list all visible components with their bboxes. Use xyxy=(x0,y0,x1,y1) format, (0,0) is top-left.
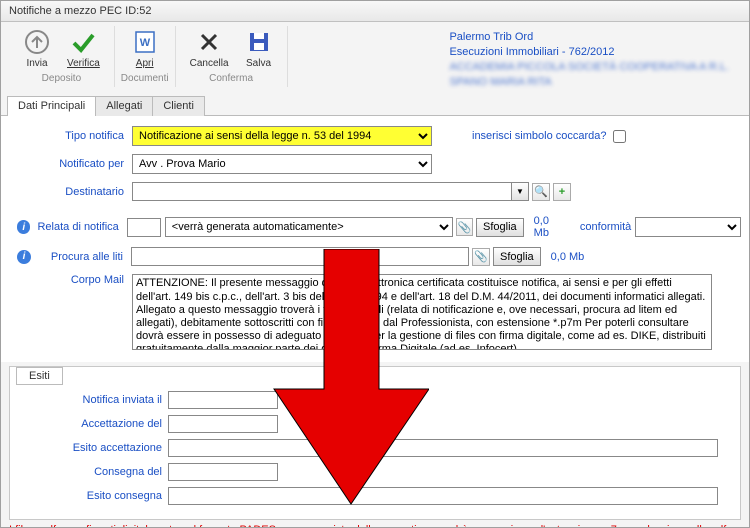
add-dest-btn[interactable]: + xyxy=(553,183,571,201)
relata-file-field[interactable] xyxy=(127,218,161,237)
search-dest-btn[interactable]: 🔍 xyxy=(532,183,550,201)
word-doc-icon: W xyxy=(131,28,159,56)
case-line1: Palermo Trib Ord xyxy=(449,30,729,45)
case-line2: Esecuzioni Immobiliari - 762/2012 xyxy=(449,45,729,60)
esito-accettazione-label: Esito accettazione xyxy=(18,442,168,454)
relata-attach-btn[interactable]: 📎 xyxy=(456,218,473,236)
procura-sfoglia-btn[interactable]: Sfoglia xyxy=(493,247,541,266)
relata-size: 0,0 Mb xyxy=(534,215,566,239)
procura-size: 0,0 Mb xyxy=(551,251,585,263)
window-title: Notifiche a mezzo PEC ID:52 xyxy=(1,1,749,22)
notificato-per-select[interactable]: Avv . Prova Mario xyxy=(132,154,432,174)
info-icon: i xyxy=(17,250,31,264)
relata-sfoglia-btn[interactable]: Sfoglia xyxy=(476,218,524,237)
apri-button[interactable]: W Apri xyxy=(123,26,167,71)
group-documenti-label: Documenti xyxy=(121,73,169,84)
conformita-select[interactable] xyxy=(635,217,741,237)
group-deposito-label: Deposito xyxy=(42,73,81,84)
relata-label: Relata di notifica xyxy=(34,221,126,233)
salva-button[interactable]: Salva xyxy=(237,26,281,71)
attach-icon: 📎 xyxy=(474,250,488,263)
procura-label: Procura alle liti xyxy=(35,251,131,263)
magnifier-icon: 🔍 xyxy=(534,185,548,198)
accettazione-del-label: Accettazione del xyxy=(18,418,168,430)
info-icon: i xyxy=(17,220,30,234)
check-icon xyxy=(69,28,97,56)
consegna-del-label: Consegna del xyxy=(18,466,168,478)
footer-warning: I files .pdf sono firmati digitalmente n… xyxy=(1,520,749,528)
main-tabs: Dati Principali Allegati Clienti xyxy=(1,95,749,116)
esito-accettazione-input[interactable] xyxy=(168,439,718,457)
consegna-del-input[interactable] xyxy=(168,463,278,481)
esito-consegna-label: Esito consegna xyxy=(18,490,168,502)
send-icon xyxy=(23,28,51,56)
group-conferma-label: Conferma xyxy=(209,73,253,84)
inserisci-simbolo-label: inserisci simbolo coccarda? xyxy=(472,127,629,146)
esito-consegna-input[interactable] xyxy=(168,487,718,505)
conformita-label: conformità xyxy=(580,221,631,233)
plus-icon: + xyxy=(559,186,565,198)
esiti-panel: Esiti Notifica inviata il Accettazione d… xyxy=(9,366,741,520)
invia-button[interactable]: Invia xyxy=(15,26,59,71)
destinatario-input[interactable] xyxy=(132,182,512,201)
destinatario-dropdown-btn[interactable]: ▼ xyxy=(512,182,529,201)
coccarda-checkbox[interactable] xyxy=(613,130,626,143)
delete-icon xyxy=(195,28,223,56)
notifica-inviata-input[interactable] xyxy=(168,391,278,409)
corpo-mail-textarea[interactable]: ATTENZIONE: Il presente messaggio di pos… xyxy=(132,274,712,350)
cancella-button[interactable]: Cancella xyxy=(182,26,237,71)
tab-esiti[interactable]: Esiti xyxy=(16,367,63,385)
case-line3: ACCADEMIA PICCOLA SOCIETÀ COOPERATIVA A … xyxy=(449,60,729,75)
procura-file-field[interactable] xyxy=(131,247,469,266)
notifica-inviata-label: Notifica inviata il xyxy=(18,394,168,406)
attach-icon: 📎 xyxy=(458,221,472,234)
verifica-button[interactable]: Verifica xyxy=(59,26,108,71)
tab-allegati[interactable]: Allegati xyxy=(95,96,153,116)
procura-attach-btn[interactable]: 📎 xyxy=(472,248,490,266)
save-icon xyxy=(245,28,273,56)
svg-text:W: W xyxy=(140,37,151,49)
relata-select[interactable]: <verrà generata automaticamente> xyxy=(165,217,453,237)
case-header: Palermo Trib Ord Esecuzioni Immobiliari … xyxy=(437,26,741,93)
tipo-notifica-select[interactable]: Notificazione ai sensi della legge n. 53… xyxy=(132,126,432,146)
main-toolbar: Invia Verifica Deposito W Apri Documenti xyxy=(1,22,749,93)
notificato-per-label: Notificato per xyxy=(17,158,132,170)
corpo-mail-label: Corpo Mail xyxy=(17,274,132,286)
tab-clienti[interactable]: Clienti xyxy=(152,96,205,116)
tipo-notifica-label: Tipo notifica xyxy=(17,130,132,142)
case-line4: SPANO MARIA RITA xyxy=(449,75,729,90)
destinatario-label: Destinatario xyxy=(17,186,132,198)
accettazione-del-input[interactable] xyxy=(168,415,278,433)
tab-dati-principali[interactable]: Dati Principali xyxy=(7,96,96,116)
